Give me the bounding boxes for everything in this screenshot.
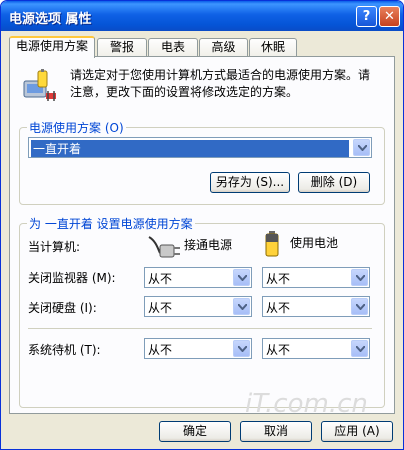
battery-icon [264,230,280,258]
hard-disk-ac-value: 从不 [148,301,173,315]
hard-disk-off-label: 关闭硬盘 (I): [28,301,97,315]
tab-alarms[interactable]: 警报 [97,38,147,57]
properties-dialog: 电源选项 属性 ? ✕ 电源使用方案 警报 电表 高级 休眠 请选定对于您使用计… [0,0,404,450]
standby-label: 系统待机 (T): [28,343,101,357]
save-as-button[interactable]: 另存为 (S)... [210,172,290,193]
tab-power-meter[interactable]: 电表 [148,38,198,57]
help-button[interactable]: ? [356,6,377,27]
power-scheme-value: 一直开着 [31,140,349,157]
scheme-group-label: 电源使用方案 (O) [27,119,126,136]
hard-disk-battery-value: 从不 [266,301,291,315]
apply-button[interactable]: 应用 (A) [321,421,393,442]
chevron-down-icon[interactable] [351,269,368,286]
power-plan-icon [22,67,58,103]
tab-advanced[interactable]: 高级 [199,38,248,57]
standby-ac-value: 从不 [148,343,173,357]
standby-battery-value: 从不 [266,343,291,357]
chevron-down-icon[interactable] [351,340,368,357]
divider [28,328,372,329]
chevron-down-icon[interactable] [351,298,368,315]
cancel-button[interactable]: 取消 [240,421,312,442]
monitor-ac-value: 从不 [148,272,173,286]
tab-power-schemes[interactable]: 电源使用方案 [9,36,95,58]
standby-ac-select[interactable]: 从不 [144,338,252,359]
delete-button[interactable]: 删除 (D) [298,172,370,193]
chevron-down-icon[interactable] [233,298,250,315]
standby-battery-select[interactable]: 从不 [262,338,370,359]
hard-disk-battery-select[interactable]: 从不 [262,296,370,317]
plug-icon [146,229,182,261]
battery-label: 使用电池 [290,236,339,250]
monitor-ac-select[interactable]: 从不 [144,267,252,288]
close-button[interactable]: ✕ [379,6,400,27]
tab-panel: 请选定对于您使用计算机方式最适合的电源使用方案。请注意，更改下面的设置将修改选定… [9,56,395,414]
chevron-down-icon[interactable] [353,139,370,156]
hard-disk-ac-select[interactable]: 从不 [144,296,252,317]
monitor-battery-value: 从不 [266,272,291,286]
intro-text: 请选定对于您使用计算机方式最适合的电源使用方案。请注意，更改下面的设置将修改选定… [70,68,371,99]
chevron-down-icon[interactable] [233,340,250,357]
power-scheme-select[interactable]: 一直开着 [28,137,372,158]
row-header-label: 当计算机: [28,240,81,254]
title-bar[interactable]: 电源选项 属性 ? ✕ [1,1,403,31]
ok-button[interactable]: 确定 [159,421,231,442]
monitor-off-label: 关闭监视器 (M): [28,271,116,285]
chevron-down-icon[interactable] [233,269,250,286]
monitor-battery-select[interactable]: 从不 [262,267,370,288]
window-title: 电源选项 属性 [9,12,92,27]
ac-power-label: 接通电源 [184,238,233,252]
tab-hibernate[interactable]: 休眠 [249,38,297,57]
watermark: iT.com.cn [245,389,368,419]
